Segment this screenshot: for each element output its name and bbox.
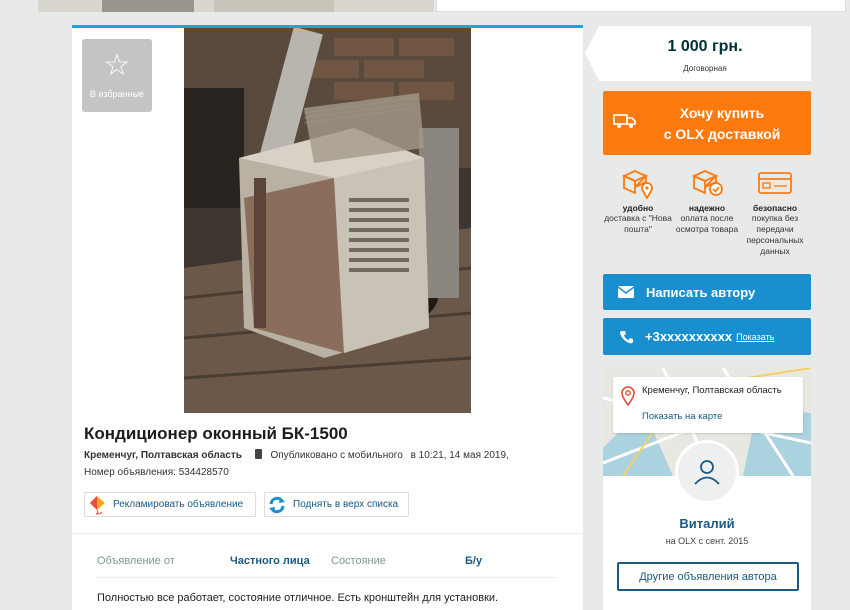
envelope-icon bbox=[618, 286, 634, 298]
thumbnail[interactable] bbox=[102, 0, 194, 12]
feature-text: покупка без передачи персональных данных bbox=[746, 213, 804, 256]
feature-reliable: надежно оплата после осмотра товара bbox=[672, 165, 742, 235]
feature-title: надежно bbox=[688, 203, 726, 213]
phone-number: +3xxxxxxxxxx bbox=[645, 329, 733, 344]
raise-button[interactable]: Поднять в верх списка bbox=[264, 492, 409, 517]
seller-name[interactable]: Виталий bbox=[603, 516, 811, 531]
divider bbox=[72, 533, 583, 534]
seller-since: на OLX с сент. 2015 bbox=[665, 536, 749, 546]
feature-text: оплата после осмотра товара bbox=[675, 213, 739, 234]
raise-label: Поднять в верх списка bbox=[293, 499, 399, 510]
other-ads-button[interactable]: Другие объявления автора bbox=[617, 562, 799, 591]
show-on-map-link[interactable]: Показать на карте bbox=[642, 411, 722, 422]
promote-button[interactable]: Рекламировать объявление bbox=[84, 492, 256, 517]
ad-number: Номер объявления: 534428570 bbox=[84, 467, 229, 478]
refresh-icon bbox=[265, 495, 289, 515]
listing-title: Кондиционер оконный БК-1500 bbox=[84, 424, 348, 443]
message-author-label: Написать автору bbox=[646, 284, 756, 300]
seller-type-label: Объявление от bbox=[97, 555, 175, 567]
card-icon bbox=[740, 165, 810, 201]
condition-value[interactable]: Б/у bbox=[465, 555, 482, 567]
feature-secure: безопасно покупка без передачи персональ… bbox=[740, 165, 810, 257]
previous-section-strip bbox=[38, 0, 846, 12]
buy-label-line2: с OLX доставкой bbox=[663, 126, 781, 142]
seller-type-value[interactable]: Частного лица bbox=[230, 555, 310, 567]
price-box: 1 000 грн. Договорная bbox=[585, 26, 811, 81]
negotiable-label: Договорная bbox=[683, 64, 727, 73]
price: 1 000 грн. bbox=[667, 38, 743, 55]
feature-convenient: удобно доставка с "Нова пошта" bbox=[603, 165, 673, 235]
favorite-button[interactable]: ☆ В избранные bbox=[82, 39, 152, 112]
published-time: в 10:21, 14 мая 2019, bbox=[410, 450, 509, 461]
listing-photo[interactable] bbox=[184, 28, 471, 413]
phone-icon bbox=[620, 330, 633, 344]
package-location-icon bbox=[603, 165, 673, 201]
promote-label: Рекламировать объявление bbox=[113, 499, 244, 510]
listing-meta: Кременчуг, Полтавская область Опубликова… bbox=[84, 449, 509, 461]
seller-card: Кременчуг, Полтавская область Показать н… bbox=[603, 368, 811, 610]
avatar[interactable] bbox=[675, 440, 739, 504]
feature-title: удобно bbox=[622, 203, 654, 213]
favorite-label: В избранные bbox=[89, 89, 145, 99]
map-pin-icon bbox=[621, 386, 635, 411]
delivery-features: удобно доставка с "Нова пошта" надежно о… bbox=[603, 165, 811, 265]
feature-text: доставка с "Нова пошта" bbox=[604, 213, 672, 234]
kite-icon bbox=[85, 495, 109, 515]
thumbnail-strip bbox=[38, 0, 434, 12]
buy-with-delivery-button[interactable]: Хочу купить с OLX доставкой bbox=[603, 91, 811, 155]
listing-description: Полностью все работает, состояние отличн… bbox=[97, 592, 499, 604]
buy-label-line1: Хочу купить bbox=[679, 105, 765, 121]
listing-city[interactable]: Кременчуг, Полтавская область bbox=[84, 450, 242, 461]
package-check-icon bbox=[672, 165, 742, 201]
star-icon: ☆ bbox=[103, 49, 131, 82]
location-info: Кременчуг, Полтавская область Показать н… bbox=[613, 377, 803, 433]
mobile-icon bbox=[254, 449, 262, 459]
message-author-button[interactable]: Написать автору bbox=[603, 274, 811, 310]
show-phone-button[interactable]: +3xxxxxxxxxx Показать bbox=[603, 318, 811, 355]
sidebar-top-box bbox=[436, 0, 846, 12]
condition-label: Состояние bbox=[331, 555, 386, 567]
show-phone-link[interactable]: Показать bbox=[736, 332, 774, 342]
thumbnail[interactable] bbox=[214, 0, 334, 12]
published-source: Опубликовано с мобильного bbox=[270, 450, 403, 461]
feature-title: безопасно bbox=[752, 203, 798, 213]
location-text: Кременчуг, Полтавская область bbox=[642, 385, 782, 396]
divider bbox=[97, 577, 558, 578]
